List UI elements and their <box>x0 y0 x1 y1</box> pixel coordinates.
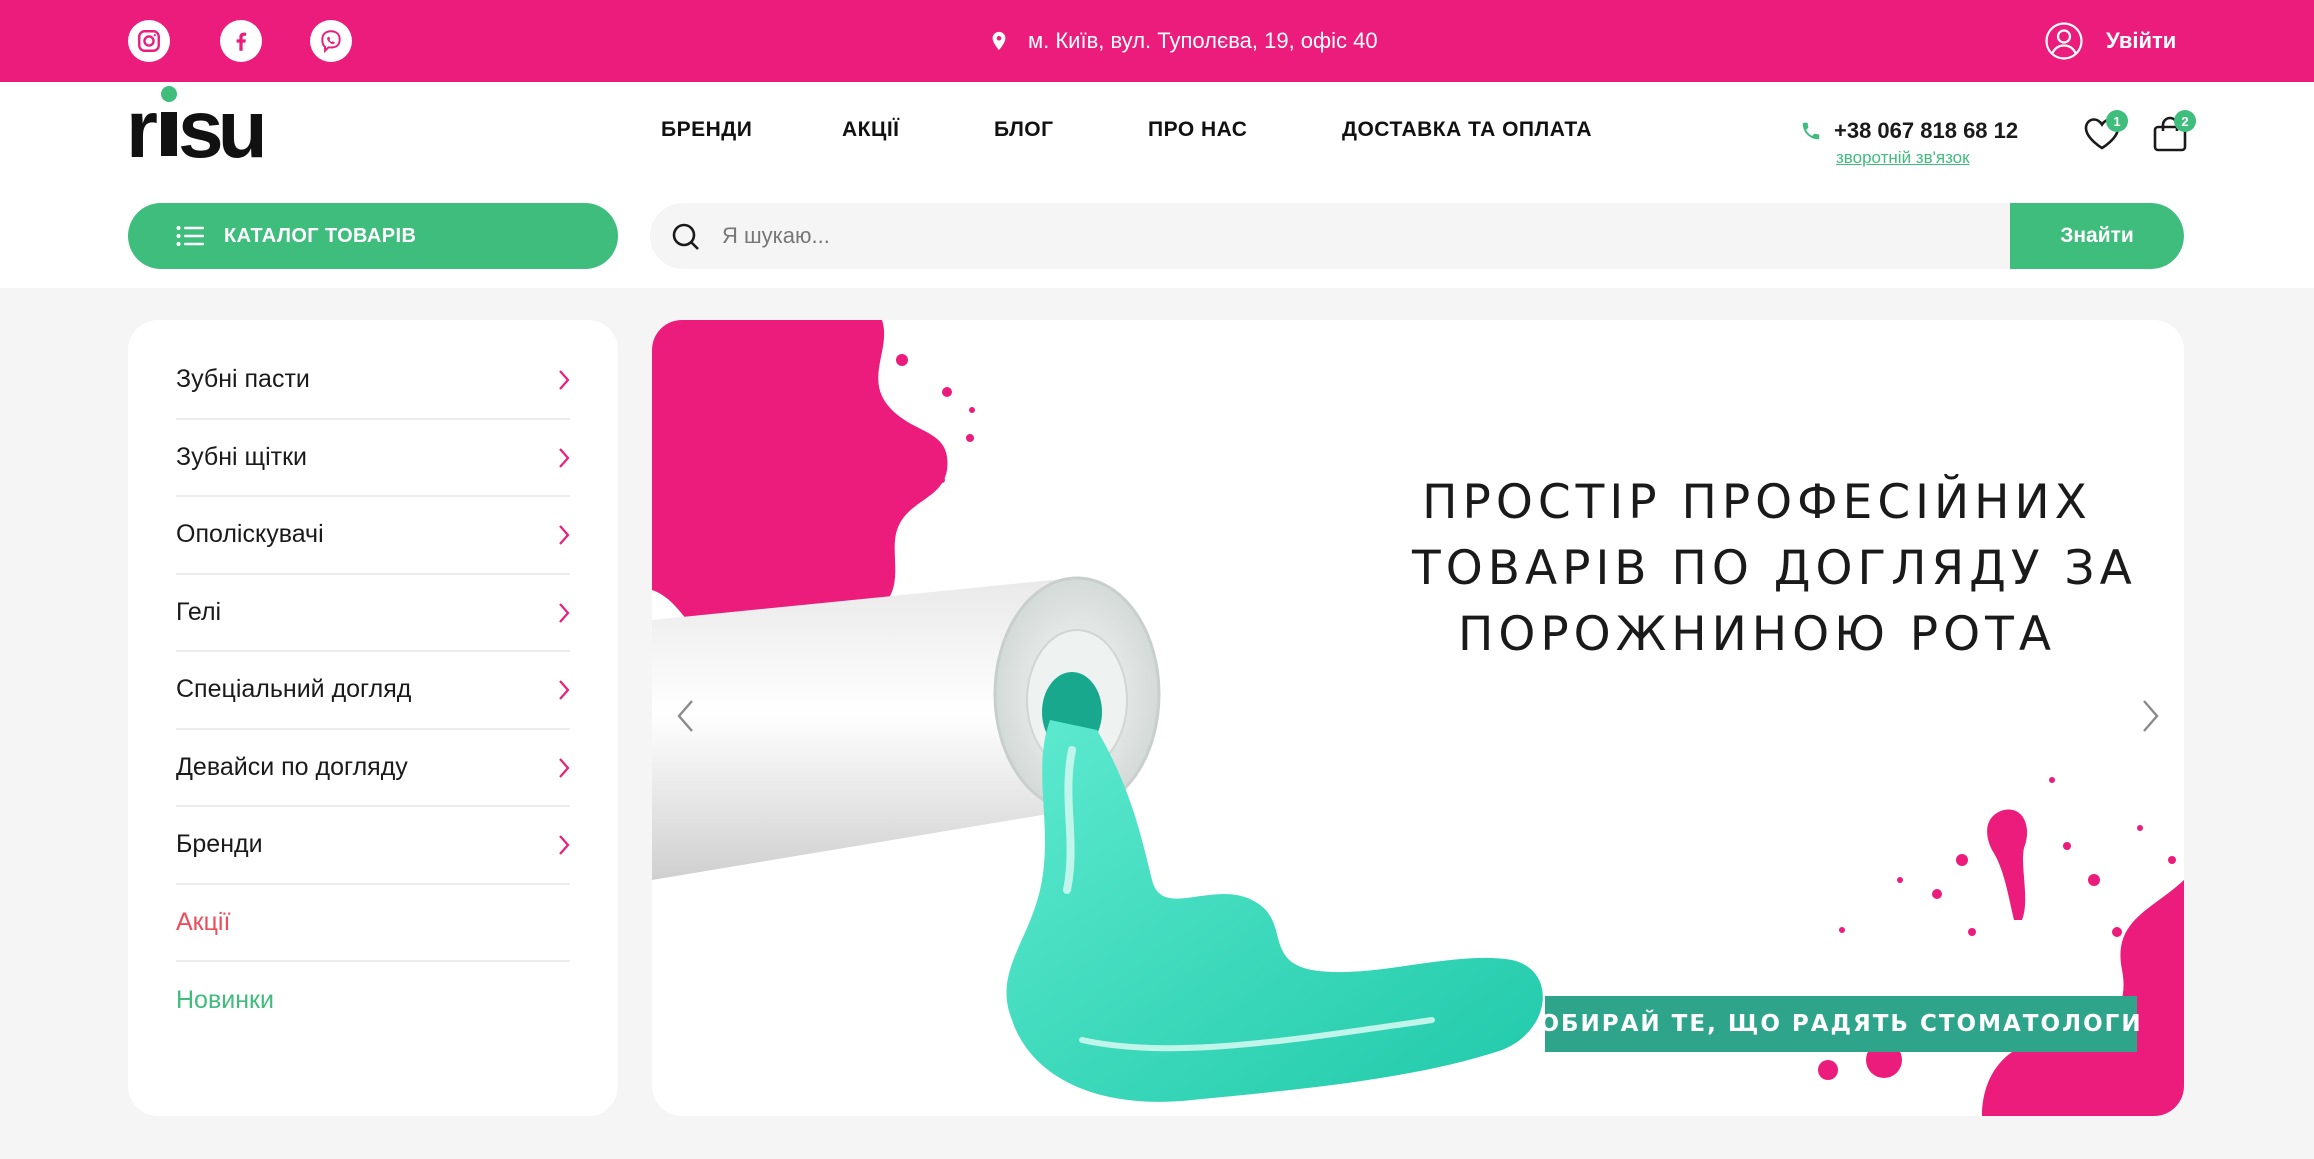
category-sale[interactable]: Акції <box>176 885 570 962</box>
chevron-right-icon[interactable] <box>2140 698 2162 734</box>
user-icon <box>2045 22 2083 60</box>
instagram-icon[interactable] <box>128 20 170 62</box>
category-gels[interactable]: Гелі <box>176 575 570 652</box>
chevron-right-icon <box>559 757 570 778</box>
login-link[interactable]: Увійти <box>2044 18 2176 64</box>
wishlist-count-badge: 1 <box>2106 110 2128 132</box>
category-sidebar: Зубні пасти Зубні щітки Ополіскувачі Гел… <box>128 320 618 1116</box>
phone-link[interactable]: +38 067 818 68 12 <box>1800 118 2018 144</box>
category-new[interactable]: Новинки <box>176 962 570 1040</box>
catalog-button[interactable]: КАТАЛОГ ТОВАРІВ <box>128 203 618 269</box>
headline-line: ПОРОЖНИНОЮ РОТА <box>1457 607 2056 662</box>
category-label: Акції <box>176 907 231 936</box>
nav-delivery[interactable]: ДОСТАВКА ТА ОПЛАТА <box>1342 118 1592 142</box>
chevron-right-icon <box>559 525 570 545</box>
location-pin-icon <box>992 31 1006 51</box>
banner-cta[interactable]: ОБИРАЙ ТЕ, ЩО РАДЯТЬ СТОМАТОЛОГИ <box>1539 996 2141 1052</box>
chevron-right-icon <box>559 602 570 623</box>
cart-count-badge: 2 <box>2174 110 2196 132</box>
category-care-devices[interactable]: Девайси по догляду <box>176 730 570 807</box>
category-label: Ополіскувачі <box>176 520 324 549</box>
category-label: Зубні щітки <box>176 442 307 471</box>
headline-line: ПРОСТІР ПРОФЕСІЙНИХ <box>1422 475 2092 530</box>
viber-icon[interactable] <box>310 20 352 62</box>
address-text: м. Київ, вул. Туполєва, 19, офіс 40 <box>1028 28 1378 53</box>
category-label: Зубні пасти <box>176 365 310 394</box>
search-button[interactable]: Знайти <box>2010 203 2184 269</box>
category-mouthwashes[interactable]: Ополіскувачі <box>176 497 570 575</box>
nav-brands[interactable]: БРЕНДИ <box>661 118 752 142</box>
nav-blog[interactable]: БЛОГ <box>994 118 1054 142</box>
facebook-icon[interactable] <box>220 20 262 62</box>
category-brands[interactable]: Бренди <box>176 807 570 885</box>
search-icon <box>672 223 699 250</box>
list-icon <box>176 226 204 246</box>
category-special-care[interactable]: Спеціальний догляд <box>176 652 570 730</box>
category-label: Гелі <box>176 597 222 626</box>
search-bar: Знайти <box>650 203 2184 269</box>
hero-banner[interactable]: ПРОСТІР ПРОФЕСІЙНИХ ТОВАРІВ ПО ДОГЛЯДУ З… <box>652 320 2184 1116</box>
svg-text:su: su <box>178 84 262 160</box>
chevron-right-icon <box>559 370 570 390</box>
category-toothbrushes[interactable]: Зубні щітки <box>176 420 570 497</box>
store-address: м. Київ, вул. Туполєва, 19, офіс 40 <box>988 24 1378 58</box>
headline-line: ТОВАРІВ ПО ДОГЛЯДУ ЗА <box>1412 541 2137 596</box>
category-label: Бренди <box>176 830 263 859</box>
phone-icon <box>1802 122 1820 140</box>
category-label: Девайси по догляду <box>176 752 408 781</box>
catalog-label: КАТАЛОГ ТОВАРІВ <box>224 224 417 247</box>
callback-link[interactable]: зворотній зв'язок <box>1836 148 1970 168</box>
chevron-right-icon <box>559 680 570 700</box>
category-toothpastes[interactable]: Зубні пасти <box>176 342 570 420</box>
chevron-right-icon <box>559 835 570 855</box>
login-label: Увійти <box>2106 28 2177 53</box>
chevron-left-icon[interactable] <box>674 698 696 734</box>
category-label: Новинки <box>176 986 274 1015</box>
phone-number: +38 067 818 68 12 <box>1834 118 2019 143</box>
svg-text:r: r <box>126 84 157 160</box>
nav-about[interactable]: ПРО НАС <box>1148 118 1247 142</box>
search-input[interactable] <box>722 203 1982 269</box>
chevron-right-icon <box>559 447 570 468</box>
category-label: Спеціальний догляд <box>176 675 412 704</box>
top-bar: м. Київ, вул. Туполєва, 19, офіс 40 Увій… <box>0 0 2314 82</box>
nav-promotions[interactable]: АКЦІЇ <box>842 118 899 142</box>
banner-headline: ПРОСТІР ПРОФЕСІЙНИХ ТОВАРІВ ПО ДОГЛЯДУ З… <box>1412 470 2137 668</box>
